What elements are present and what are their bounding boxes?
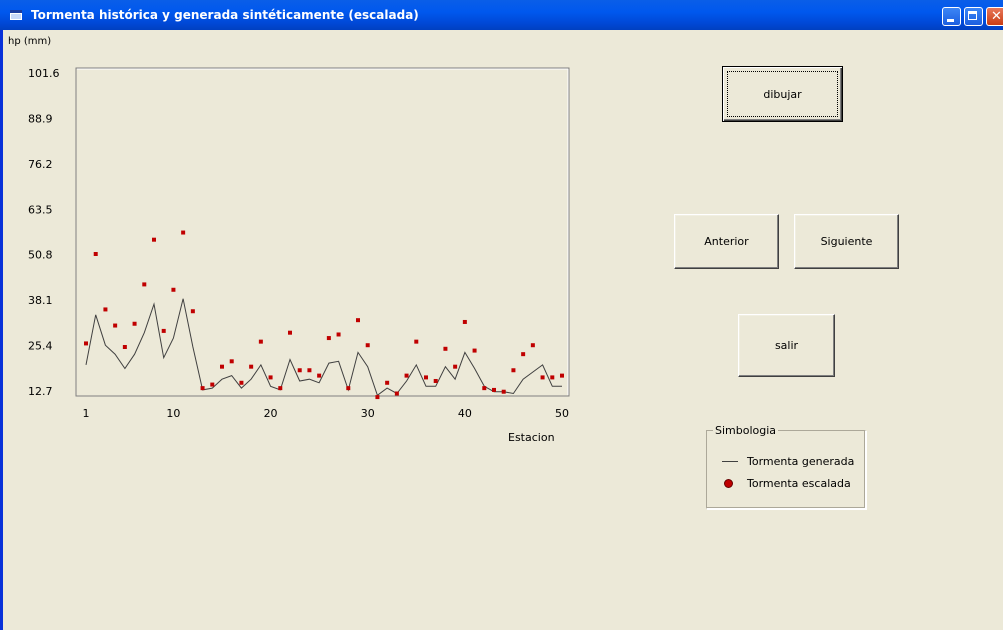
scaled-storm-point — [365, 343, 370, 348]
scaled-storm-point — [540, 375, 545, 380]
scaled-storm-point — [278, 386, 283, 391]
scaled-storm-point — [161, 328, 166, 333]
scaled-storm-point — [326, 336, 331, 341]
scaled-storm-point — [200, 386, 205, 391]
legend-title: Simbologia — [713, 424, 779, 437]
legend-scaled-label: Tormenta escalada — [747, 477, 851, 490]
storm-chart: 12.7 25.4 38.1 50.8 63.5 76.2 88.9 101.6 1 10 20 3… — [28, 67, 570, 444]
x-tick-label: 20 — [264, 407, 278, 420]
scaled-storm-point — [239, 380, 244, 385]
scaled-point-swatch — [724, 479, 733, 488]
legend-group-box — [706, 430, 866, 509]
scaled-storm-point — [113, 323, 118, 328]
x-tick-label: 1 — [83, 407, 90, 420]
scaled-storm-point — [288, 330, 292, 335]
focus-rectangle — [727, 71, 838, 117]
scaled-storm-point — [181, 230, 186, 235]
scaled-storm-point — [210, 382, 215, 387]
scaled-storm-point — [462, 319, 467, 324]
scaled-storm-point — [492, 387, 496, 392]
scaled-storm-point — [453, 364, 458, 369]
x-tick-label: 10 — [166, 407, 180, 420]
next-button[interactable]: Siguiente — [794, 214, 899, 269]
scaled-storm-point — [375, 395, 380, 400]
scaled-storm-point — [346, 386, 351, 391]
scaled-storm-point — [472, 348, 477, 353]
scaled-storm-point — [521, 352, 526, 357]
y-tick-label: 38.1 — [28, 294, 53, 307]
y-tick-label: 25.4 — [28, 340, 53, 353]
scaled-storm-point — [424, 375, 428, 380]
scaled-storm-point — [93, 251, 98, 256]
x-tick-label: 30 — [361, 407, 375, 420]
scaled-storm-point — [258, 339, 263, 344]
scaled-storm-point — [307, 368, 312, 373]
exit-button[interactable]: salir — [738, 314, 835, 377]
generated-line-swatch — [722, 461, 738, 462]
x-tick-label: 50 — [555, 407, 569, 420]
next-button-label: Siguiente — [820, 235, 873, 248]
scaled-storm-point — [229, 359, 234, 364]
plot-frame — [75, 67, 570, 397]
scaled-storm-point — [220, 364, 224, 369]
y-tick-label: 76.2 — [28, 158, 53, 171]
scaled-storm-point — [356, 318, 360, 323]
scaled-storm-point — [103, 307, 108, 312]
scaled-storm-point — [433, 378, 438, 383]
scaled-storm-point — [530, 343, 535, 348]
scaled-storm-point — [414, 339, 419, 344]
scaled-storm-point — [385, 380, 390, 385]
scaled-storm-point — [511, 368, 516, 373]
scaled-storm-point — [482, 386, 487, 391]
scaled-storm-point — [84, 341, 88, 346]
y-tick-label: 63.5 — [28, 203, 53, 216]
y-tick-label: 12.7 — [28, 385, 53, 398]
scaled-storm-point — [404, 373, 409, 378]
x-axis-label: Estacion — [508, 431, 555, 444]
y-tick-label: 101.6 — [28, 67, 60, 80]
scaled-storm-point — [268, 375, 273, 380]
scaled-storm-point — [336, 332, 341, 337]
scaled-storm-point — [171, 287, 176, 292]
legend-generated-label: Tormenta generada — [747, 455, 855, 468]
y-tick-label: 88.9 — [28, 112, 53, 125]
y-tick-label: 50.8 — [28, 249, 53, 262]
previous-button[interactable]: Anterior — [674, 214, 779, 269]
scaled-storm-point — [249, 364, 254, 369]
scaled-storm-point — [190, 309, 195, 314]
scaled-storm-point — [394, 391, 399, 396]
previous-button-label: Anterior — [704, 235, 749, 248]
exit-button-label: salir — [774, 339, 799, 352]
scaled-storm-point — [122, 345, 127, 350]
scaled-storm-point — [142, 282, 147, 287]
scaled-storm-point — [443, 346, 448, 351]
scaled-storm-point — [501, 389, 506, 394]
scaled-storm-point — [317, 373, 322, 378]
x-tick-label: 40 — [458, 407, 472, 420]
draw-button[interactable]: dibujar — [722, 66, 843, 122]
scaled-storm-point — [152, 237, 156, 242]
scaled-storm-point — [132, 321, 137, 326]
scaled-storm-point — [560, 373, 564, 378]
scaled-storm-point — [297, 368, 302, 373]
scaled-storm-point — [550, 375, 555, 380]
